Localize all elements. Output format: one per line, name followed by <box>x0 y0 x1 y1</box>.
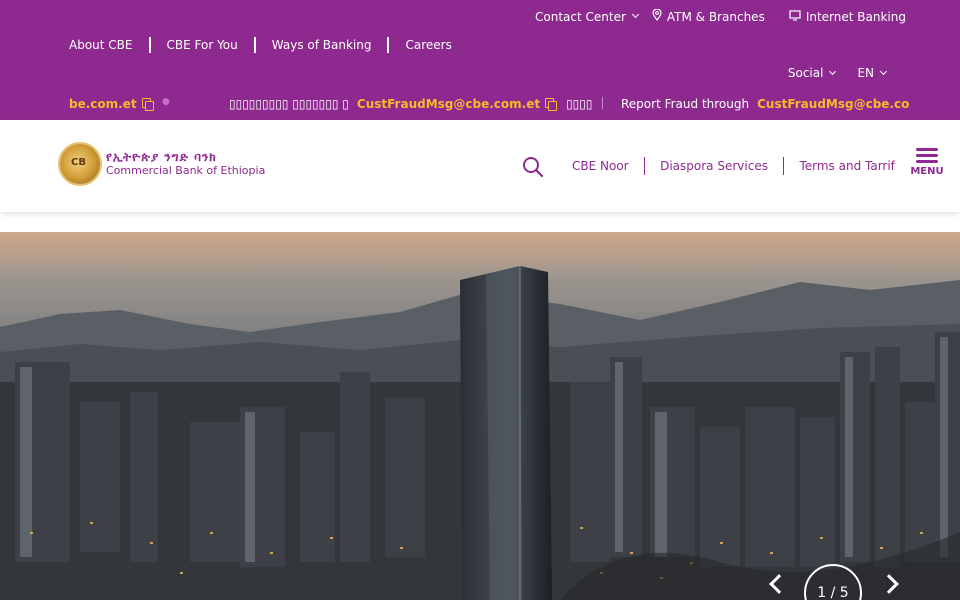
nav-cbe-for-you[interactable]: CBE For You <box>167 38 238 52</box>
contact-center-dropdown[interactable]: Contact Center <box>535 9 639 24</box>
monitor-icon <box>789 9 801 24</box>
top-utility-links: Contact Center ATM & Branches Internet B… <box>521 8 906 24</box>
internet-banking-link[interactable]: Internet Banking <box>789 10 906 24</box>
hero-cityscape-image <box>0 232 960 600</box>
ticker-item: ▯▯▯▯▯▯▯▯▯ ▯▯▯▯▯▯▯ ▯ CustFraudMsg@cbe.com… <box>229 97 593 111</box>
cbe-noor-link[interactable]: CBE Noor <box>572 159 629 173</box>
location-pin-icon <box>652 8 662 24</box>
copy-icon[interactable] <box>545 98 558 111</box>
arrow-right-icon[interactable] <box>879 574 899 594</box>
social-language-row: Social EN <box>766 66 888 80</box>
ticker-report-email: CustFraudMsg@cbe.co <box>757 97 910 111</box>
nav-divider <box>148 37 151 53</box>
ticker-report-label: Report Fraud through <box>621 97 750 111</box>
hero-slider: 1 / 5 <box>0 232 960 600</box>
chevron-down-icon <box>829 67 837 75</box>
atm-branches-link[interactable]: ATM & Branches <box>652 8 765 24</box>
copy-icon[interactable] <box>141 98 154 111</box>
header-nav-divider <box>643 157 646 175</box>
ticker-notice-amharic: ▯▯▯▯▯▯▯▯▯ ▯▯▯▯▯▯▯ ▯ <box>229 97 349 111</box>
menu-label: MENU <box>910 166 944 177</box>
ticker-divider <box>602 97 603 109</box>
cbe-emblem-icon <box>60 144 100 184</box>
top-utility-bar: Contact Center ATM & Branches Internet B… <box>0 0 960 120</box>
ticker-separator <box>602 97 603 109</box>
menu-button[interactable]: MENU <box>909 148 945 182</box>
contact-center-label: Contact Center <box>535 9 626 24</box>
ticker-separator: ● <box>162 97 170 107</box>
ticker-notice-amharic-end: ▯▯▯▯ <box>566 97 593 111</box>
chevron-down-icon <box>879 67 888 75</box>
atm-branches-label: ATM & Branches <box>666 9 765 24</box>
cbe-logo[interactable]: የኢትዮጵያ ንግድ ባንክ Commercial Bank of Ethiop… <box>60 144 265 184</box>
logo-amharic-name: የኢትዮጵያ ንግድ ባንክ <box>106 149 217 164</box>
separator-dot: ● <box>162 97 170 107</box>
social-label: Social <box>787 66 824 80</box>
logo-english-name: Commercial Bank of Ethiopia <box>106 163 266 177</box>
search-button[interactable] <box>521 155 545 179</box>
nav-divider <box>387 37 390 53</box>
ticker-fraud-email: CustFraudMsg@cbe.com.et <box>356 97 541 111</box>
nav-divider <box>253 37 256 53</box>
internet-banking-label: Internet Banking <box>805 9 906 24</box>
header-nav-divider <box>782 157 785 175</box>
hamburger-menu-icon <box>909 148 945 163</box>
terms-and-tarrif-link[interactable]: Terms and Tarrif <box>799 159 894 173</box>
slide-counter: 1 / 5 <box>804 564 862 600</box>
ticker-item: be.com.et <box>69 97 154 111</box>
nav-about-cbe[interactable]: About CBE <box>69 38 133 52</box>
ticker-item: Report Fraud through CustFraudMsg@cbe.co <box>621 97 909 111</box>
social-dropdown[interactable]: Social <box>787 66 837 80</box>
nav-careers[interactable]: Careers <box>405 38 451 52</box>
language-dropdown[interactable]: EN <box>857 66 888 80</box>
language-label: EN <box>857 66 874 80</box>
logo-text: የኢትዮጵያ ንግድ ባንክ Commercial Bank of Ethiop… <box>106 149 266 177</box>
nav-ways-of-banking[interactable]: Ways of Banking <box>272 38 372 52</box>
primary-navigation: About CBE CBE For You Ways of Banking Ca… <box>69 37 452 53</box>
ticker-email-partial: be.com.et <box>69 97 137 111</box>
header-navigation: CBE Noor Diaspora Services Terms and Tar… <box>572 157 895 175</box>
arrow-left-icon[interactable] <box>769 574 789 594</box>
diaspora-services-link[interactable]: Diaspora Services <box>660 159 768 173</box>
search-icon <box>523 157 544 178</box>
fraud-notice-ticker: be.com.et ● ▯▯▯▯▯▯▯▯▯ ▯▯▯▯▯▯▯ ▯ CustFrau… <box>0 97 960 115</box>
slider-controls: 1 / 5 <box>764 564 914 600</box>
chevron-down-icon <box>631 10 639 19</box>
